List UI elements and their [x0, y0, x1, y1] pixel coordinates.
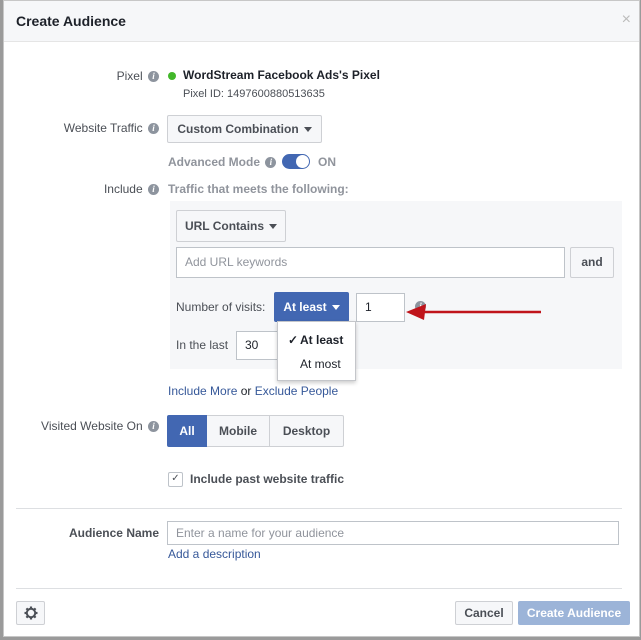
divider: [16, 588, 622, 589]
settings-button[interactable]: [16, 601, 45, 625]
advanced-mode-label: Advanced Mode i: [168, 155, 277, 169]
audience-name-label: Audience Name: [68, 526, 159, 540]
pixel-status-dot: [168, 72, 176, 80]
annotation-arrow-head: [406, 304, 426, 320]
pixel-name: WordStream Facebook Ads's Pixel: [183, 68, 380, 82]
past-traffic-label: Include past website traffic: [190, 472, 345, 486]
exclude-people-link[interactable]: Exclude People: [255, 384, 338, 398]
url-keywords-placeholder: Add URL keywords: [185, 255, 288, 269]
device-option-mobile[interactable]: Mobile: [207, 415, 270, 447]
visits-operator-value: At least: [283, 300, 327, 314]
visits-count-input[interactable]: 1: [356, 293, 405, 322]
dialog-title: Create Audience: [16, 13, 126, 29]
include-label: Include i: [104, 182, 159, 196]
cancel-button[interactable]: Cancel: [455, 601, 513, 625]
info-icon[interactable]: i: [265, 157, 277, 169]
website-traffic-dropdown[interactable]: Custom Combination: [167, 115, 322, 143]
close-icon[interactable]: ×: [622, 11, 631, 29]
visits-operator-dropdown[interactable]: At least: [274, 292, 349, 322]
visits-count-value: 1: [365, 300, 372, 314]
advanced-mode-state: ON: [318, 155, 336, 169]
menu-item-label: At most: [300, 357, 341, 371]
info-icon[interactable]: i: [148, 71, 159, 83]
audience-name-placeholder: Enter a name for your audience: [176, 526, 345, 540]
info-icon[interactable]: i: [148, 123, 159, 135]
advanced-mode-toggle[interactable]: [282, 154, 310, 169]
visits-operator-menu: ✓ At least At most: [277, 321, 356, 381]
create-audience-button[interactable]: Create Audience: [518, 601, 630, 625]
url-keywords-input[interactable]: Add URL keywords: [176, 247, 565, 278]
audience-name-input[interactable]: Enter a name for your audience: [167, 521, 619, 545]
device-option-all[interactable]: All: [167, 415, 207, 447]
add-description-link[interactable]: Add a description: [168, 547, 261, 561]
device-option-desktop[interactable]: Desktop: [270, 415, 344, 447]
annotation-arrow: [406, 304, 541, 320]
gear-icon: [24, 606, 37, 620]
include-more-link[interactable]: Include More: [168, 384, 237, 398]
chevron-down-icon: [269, 224, 278, 230]
pixel-label: Pixel i: [117, 69, 159, 83]
or-text: or: [240, 384, 252, 398]
pixel-id: Pixel ID: 1497600880513635: [183, 88, 325, 100]
info-icon[interactable]: i: [148, 184, 159, 196]
info-icon[interactable]: i: [148, 421, 159, 433]
in-last-label: In the last: [176, 338, 229, 352]
menu-item-label: At least: [300, 333, 344, 347]
create-audience-dialog: Create Audience × Pixel i WordStream Fac…: [3, 0, 640, 637]
dialog-header: Create Audience ×: [4, 1, 639, 42]
website-traffic-label: Website Traffic i: [64, 121, 159, 135]
include-exclude-links: Include More or Exclude People: [168, 384, 338, 398]
visited-on-label: Visited Website On i: [41, 419, 159, 433]
past-traffic-checkbox[interactable]: ✓: [168, 472, 183, 487]
visits-label: Number of visits:: [176, 300, 266, 314]
in-last-days-input[interactable]: 30: [236, 331, 280, 360]
include-description: Traffic that meets the following:: [168, 182, 349, 196]
divider: [16, 508, 622, 509]
rule-type-value: URL Contains: [184, 219, 265, 233]
in-last-days-value: 30: [245, 338, 259, 352]
chevron-down-icon: [303, 127, 312, 133]
check-icon: ✓: [288, 333, 299, 347]
chevron-down-icon: [331, 305, 340, 311]
and-button[interactable]: and: [570, 247, 614, 278]
website-traffic-value: Custom Combination: [177, 122, 299, 136]
rule-type-dropdown[interactable]: URL Contains: [176, 210, 286, 242]
toggle-knob: [296, 155, 309, 168]
